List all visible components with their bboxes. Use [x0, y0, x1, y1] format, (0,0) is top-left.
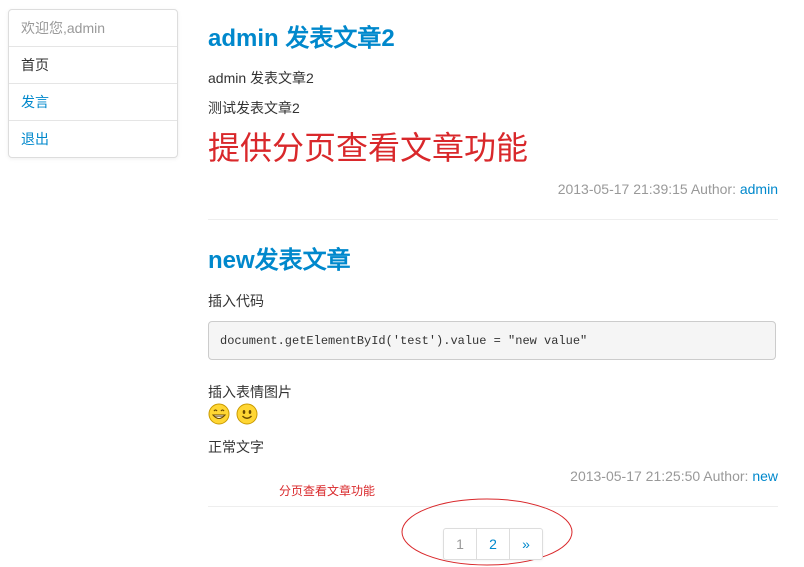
post-timestamp: 2013-05-17 21:39:15: [557, 181, 688, 197]
post-paragraph: admin 发表文章2: [208, 70, 314, 86]
post-highlight-heading: 提供分页查看文章功能: [208, 130, 529, 166]
author-label: Author:: [703, 468, 749, 484]
post-meta: 2013-05-17 21:25:50 Author: new: [570, 466, 778, 486]
code-block: document.getElementById('test').value = …: [208, 321, 776, 360]
next-page-button[interactable]: »: [510, 529, 542, 559]
pagination: 1 2 »: [443, 528, 543, 560]
post-meta: 2013-05-17 21:39:15 Author: admin: [558, 179, 778, 199]
page-1[interactable]: 1: [444, 529, 477, 559]
post-paragraph: 插入代码: [208, 293, 264, 309]
post-title[interactable]: admin 发表文章2: [208, 24, 395, 54]
post-paragraph: 测试发表文章2: [208, 100, 300, 116]
post-title[interactable]: new发表文章: [208, 246, 351, 276]
grin-emoji-icon: [208, 403, 230, 425]
author-label: Author:: [690, 181, 736, 197]
sidebar-item-home[interactable]: 首页: [9, 47, 177, 84]
post-paragraph: 正常文字: [208, 439, 264, 455]
post-paragraph: 插入表情图片: [208, 384, 292, 400]
sidebar-item-post[interactable]: 发言: [9, 84, 177, 121]
sidebar-nav: 欢迎您,admin 首页 发言 退出: [8, 9, 178, 158]
sidebar-item-logout[interactable]: 退出: [9, 121, 177, 157]
author-link[interactable]: admin: [740, 181, 778, 197]
emoji-row: [208, 403, 260, 425]
page-2[interactable]: 2: [477, 529, 510, 559]
post-timestamp: 2013-05-17 21:25:50: [570, 468, 701, 484]
post-divider: [208, 219, 778, 220]
welcome-header: 欢迎您,admin: [9, 10, 177, 47]
author-link[interactable]: new: [752, 468, 778, 484]
annotation-text: 分页查看文章功能: [279, 484, 376, 498]
smile-emoji-icon: [236, 403, 258, 425]
